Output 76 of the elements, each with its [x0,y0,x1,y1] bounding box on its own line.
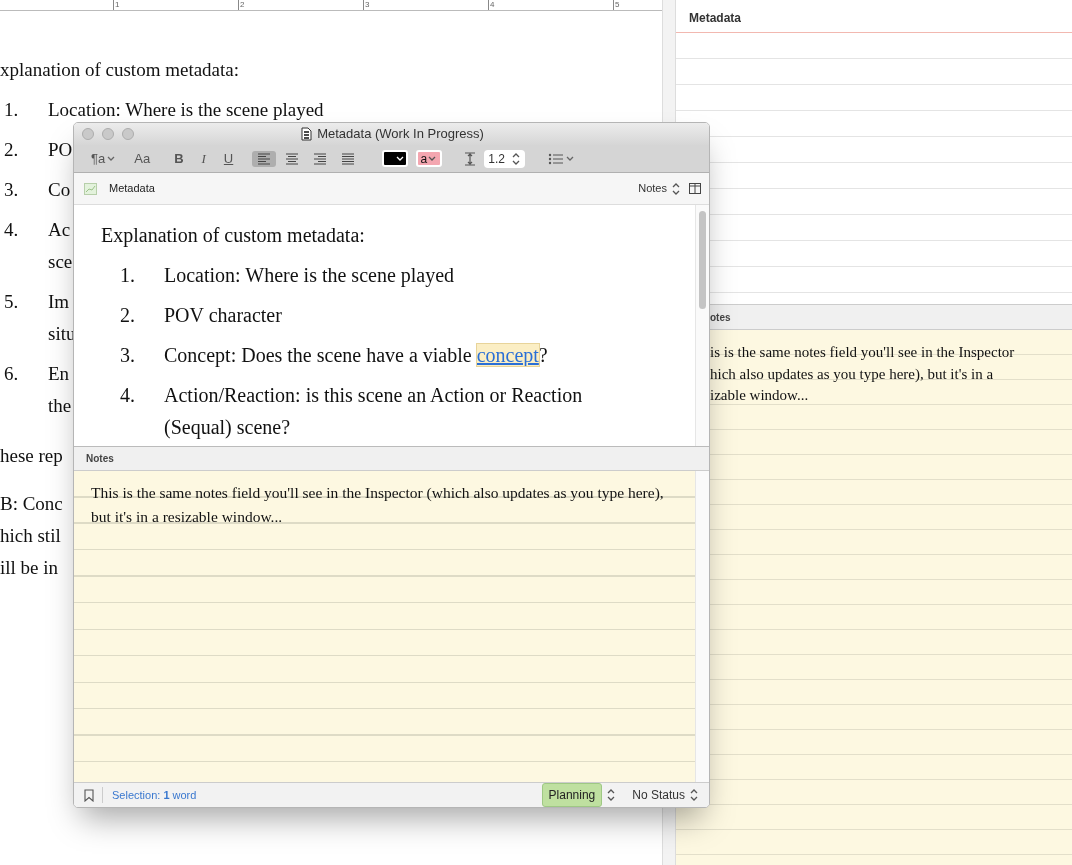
caret-icon [396,155,405,162]
body-text: the [48,394,72,418]
list-number: 4. [119,383,136,408]
list-number: 5. [3,290,20,314]
document-icon [301,127,313,141]
body-text: Location: Where is the scene played [48,98,324,122]
caret-icon [428,155,437,162]
underline-button[interactable]: U [218,148,239,169]
section-header: Metadata [689,11,741,25]
highlight-color-well[interactable]: a [416,150,443,167]
list-number: 2. [3,138,20,162]
align-justify-icon [341,151,356,166]
paragraph-style-button[interactable]: ¶a [86,148,122,169]
window-title: Metadata (Work In Progress) [317,125,484,144]
notes-text: izable window... [710,386,809,405]
notes-text: hich also updates as you type here), but it's in a [710,364,994,384]
body-text: Co [48,178,71,202]
body-text: Action/Reaction: is this scene an Action or Reaction (Sequal) scene? [164,383,584,441]
ruler-mark: 2 [238,0,245,10]
line-spacing-icon [464,151,477,166]
list-number: 6. [3,362,20,386]
view-selector[interactable]: Notes [638,180,681,197]
line-spacing-field[interactable]: 1.2 [484,149,525,168]
text-color-well[interactable] [382,150,409,167]
body-text: B: Conc [0,492,63,516]
body-text: ill be in [0,556,59,580]
notes-text: is is the same notes field you'll see in the Inspector [710,343,1015,362]
stepper-icon [689,788,699,802]
body-text: POV character [164,303,283,328]
body-text: Explanation of custom metadata: [101,223,365,249]
body-text: hich stil [0,524,61,548]
align-center-icon [285,151,300,166]
notes-text: This is the same notes field you'll see in the Inspector (which also updates as you type here), but it's in a resizable window... [91,483,665,527]
body-text: Concept: Does the scene have a viable concept? [164,343,549,369]
stepper-icon [606,788,617,802]
italic-button[interactable]: I [196,148,211,169]
bold-button[interactable]: B [169,148,189,169]
header-title: Metadata [109,181,155,197]
scrollbar-track[interactable] [695,205,709,446]
body-text: xplanation of custom metadata: [0,58,239,82]
body-text: sce [48,250,73,274]
caret-icon [107,155,117,162]
link[interactable]: concept [476,344,539,366]
body-text: Ac [48,218,71,242]
fonts-button[interactable]: Aa [129,148,156,169]
body-text: Im [48,290,70,314]
list-number: 4. [3,218,20,242]
selection-info: Selection: 1 word [102,786,197,804]
stepper-icon [510,151,521,166]
body-text: Location: Where is the scene played [164,263,456,289]
list-number: 3. [3,178,20,202]
section-header: otes [710,312,731,323]
body-text: hese rep [0,444,63,468]
section-header: Notes [86,453,114,464]
ruler-mark: 3 [363,0,370,10]
chart-icon [84,182,97,195]
ruler-mark: 4 [488,0,495,10]
status-selector[interactable]: No Status [632,786,699,804]
list-number: 1. [3,98,20,122]
caret-icon [565,155,575,162]
list-number: 3. [119,343,136,368]
scrollbar-track[interactable] [695,471,709,782]
ruler-mark: 1 [113,0,120,10]
list-number: 1. [119,263,136,288]
stepper-icon [671,181,681,196]
split-view-icon[interactable] [689,183,701,194]
align-right-icon [313,151,328,166]
body-text: PO [48,138,73,162]
ruler-mark: 5 [613,0,620,10]
body-text: En [48,362,70,386]
bookmark-icon[interactable] [84,788,94,802]
align-left-icon [257,151,272,166]
list-number: 2. [119,303,136,328]
list-icon [547,152,564,165]
align-left-button[interactable] [252,150,277,167]
scrollbar-thumb[interactable] [699,211,706,309]
